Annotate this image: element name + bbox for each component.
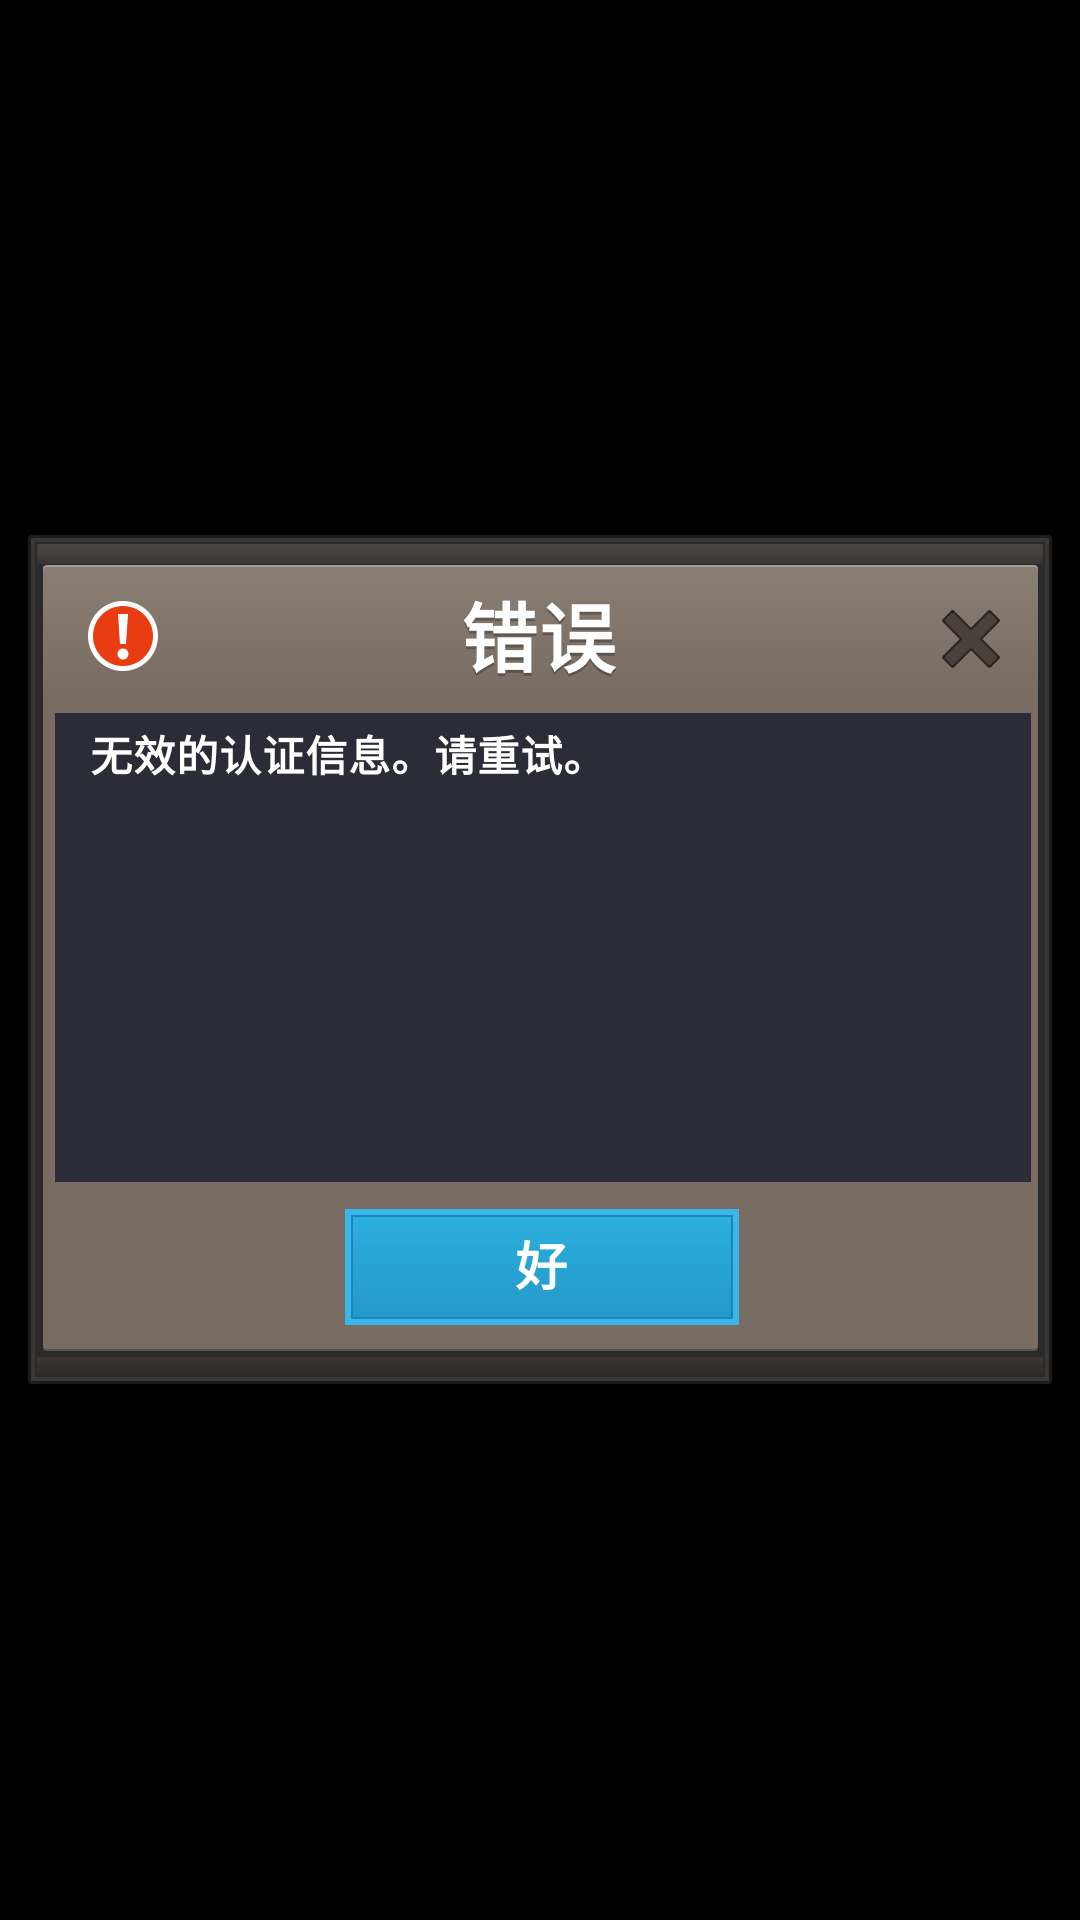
close-button[interactable] (933, 601, 1009, 677)
dialog-header: 错误 (43, 565, 1038, 710)
error-message: 无效的认证信息。请重试。 (91, 732, 608, 781)
dialog-frame-bottom (37, 1357, 1043, 1375)
dialog-title: 错误 (462, 595, 619, 684)
dialog-frame-top (37, 544, 1043, 564)
game-screen: 错误 无效的认证信息。请重试。 好 (0, 0, 1080, 1920)
message-box: 无效的认证信息。请重试。 (55, 713, 1031, 1182)
ok-button-label: 好 (515, 1238, 568, 1298)
ok-button[interactable]: 好 (345, 1209, 739, 1325)
close-x-icon (933, 610, 1009, 681)
dialog-panel: 错误 无效的认证信息。请重试。 好 (43, 565, 1038, 1351)
error-dialog: 错误 无效的认证信息。请重试。 好 (28, 535, 1052, 1384)
